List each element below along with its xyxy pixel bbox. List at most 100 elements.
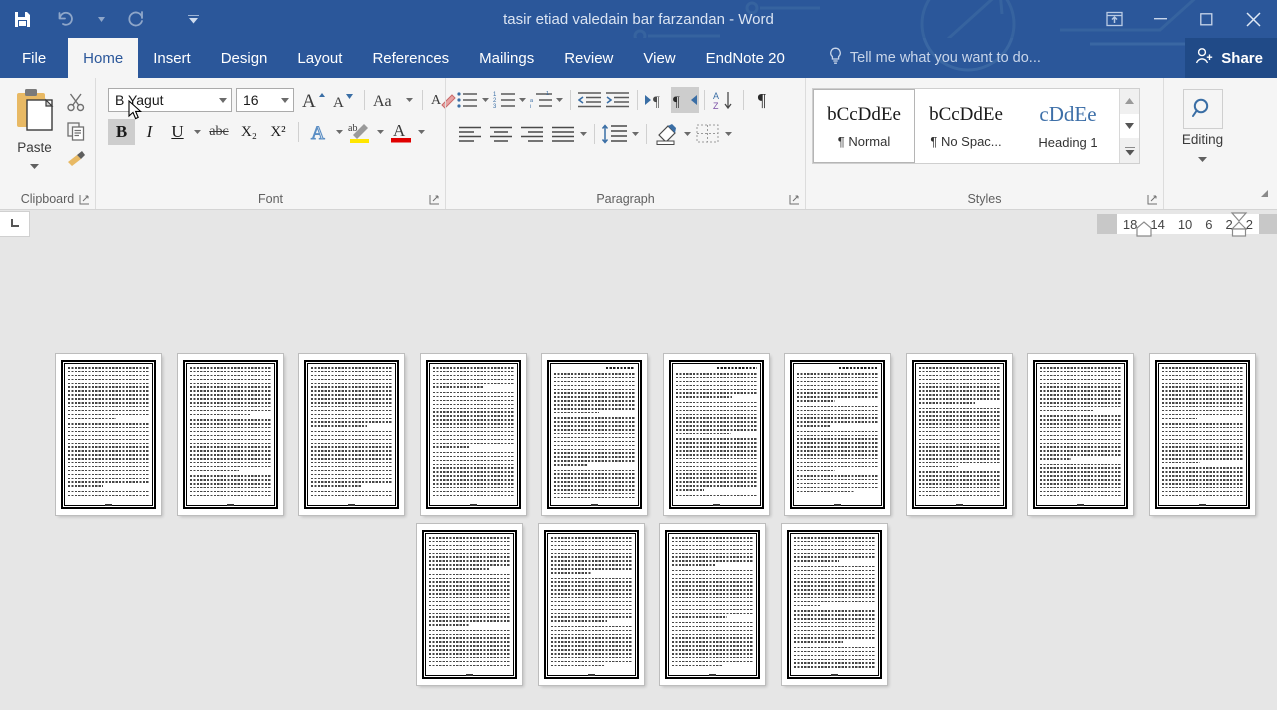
style-no-spacing[interactable]: bCcDdEe ¶ No Spac... (915, 89, 1017, 163)
paragraph-dialog-launcher[interactable] (789, 194, 801, 206)
line-spacing-dropdown-icon[interactable] (630, 121, 641, 147)
more-styles-icon[interactable] (1120, 139, 1139, 163)
tab-endnote-20[interactable]: EndNote 20 (691, 38, 800, 78)
undo-dropdown-icon[interactable] (88, 0, 114, 38)
tab-references[interactable]: References (357, 38, 464, 78)
show-formatting-marks-icon[interactable]: ¶ (749, 87, 775, 113)
left-tab-stop-icon[interactable] (0, 211, 30, 237)
font-color-dropdown-icon[interactable] (416, 119, 427, 145)
styles-gallery[interactable]: bCcDdEe ¶ Normal bCcDdEe ¶ No Spac... cD… (812, 88, 1140, 164)
page-thumbnail[interactable] (420, 354, 526, 515)
shading-icon[interactable] (652, 121, 682, 147)
quick-access-toolbar[interactable] (0, 0, 206, 38)
style-normal[interactable]: bCcDdEe ¶ Normal (813, 89, 915, 163)
grow-font-icon[interactable]: A (301, 87, 329, 113)
italic-button[interactable]: I (136, 119, 163, 145)
subscript-button[interactable]: X₂ (235, 119, 263, 145)
multilevel-list-dropdown-icon[interactable] (554, 87, 565, 113)
font-name-dropdown-icon[interactable] (215, 89, 231, 111)
align-right-icon[interactable] (516, 121, 547, 147)
align-center-icon[interactable] (485, 121, 516, 147)
undo-icon[interactable] (44, 0, 88, 38)
style-heading-1[interactable]: cDdEe Heading 1 (1017, 89, 1119, 163)
decrease-indent-icon[interactable] (576, 87, 604, 113)
font-size-dropdown-icon[interactable] (277, 89, 293, 111)
restore-icon[interactable] (1183, 0, 1229, 38)
alignment-dropdown-icon[interactable] (578, 121, 589, 147)
text-effects-icon[interactable]: A (305, 119, 333, 145)
save-icon[interactable] (0, 0, 44, 38)
bullets-dropdown-icon[interactable] (480, 87, 491, 113)
right-to-left-icon[interactable]: ¶ (671, 87, 699, 113)
format-painter-icon[interactable] (63, 147, 89, 173)
tab-design[interactable]: Design (206, 38, 283, 78)
paste-button[interactable]: Paste (6, 83, 63, 174)
tab-file[interactable]: File (0, 38, 68, 78)
redo-icon[interactable] (114, 0, 158, 38)
numbering-icon[interactable]: 1 2 3 (491, 87, 517, 113)
share-button[interactable]: Share (1185, 38, 1277, 78)
shading-dropdown-icon[interactable] (682, 121, 693, 147)
right-indent-marker[interactable] (1228, 212, 1252, 238)
left-to-right-icon[interactable]: ¶ (643, 87, 671, 113)
cut-icon[interactable] (63, 89, 89, 115)
page-thumbnail[interactable] (177, 354, 283, 515)
customize-qat-icon[interactable] (180, 0, 206, 38)
ribbon-tabs[interactable]: File Home Insert Design Layout Reference… (0, 38, 1277, 78)
tab-review[interactable]: Review (549, 38, 628, 78)
sort-icon[interactable]: A Z (710, 87, 738, 113)
font-name-input[interactable]: B Yagut (108, 88, 232, 112)
underline-button[interactable]: U (164, 119, 191, 145)
first-line-indent-marker[interactable] (1133, 214, 1159, 238)
close-icon[interactable] (1229, 0, 1277, 38)
page-thumbnail[interactable] (1028, 354, 1133, 515)
page-thumbnail[interactable] (56, 354, 161, 515)
page-thumbnail[interactable] (906, 354, 1012, 515)
page-thumbnail[interactable] (660, 524, 765, 685)
text-highlight-icon[interactable]: ab (346, 119, 374, 145)
collapse-ribbon-icon[interactable] (1258, 187, 1271, 205)
tab-home[interactable]: Home (68, 38, 139, 78)
superscript-button[interactable]: X² (264, 119, 292, 145)
change-case-dropdown-icon[interactable] (404, 87, 415, 113)
text-effects-dropdown-icon[interactable] (334, 119, 345, 145)
tab-insert[interactable]: Insert (138, 38, 206, 78)
bullets-icon[interactable] (454, 87, 480, 113)
styles-scrollbar[interactable] (1119, 89, 1139, 163)
document-canvas[interactable] (0, 238, 1277, 710)
change-case-icon[interactable]: Aa (372, 87, 402, 113)
editing-dropdown-icon[interactable] (1198, 149, 1207, 167)
scroll-down-icon[interactable] (1120, 114, 1139, 138)
editing-button[interactable]: Editing (1172, 83, 1234, 167)
borders-dropdown-icon[interactable] (723, 121, 734, 147)
page-thumbnail[interactable] (417, 524, 522, 685)
font-dialog-launcher[interactable] (429, 194, 441, 206)
clipboard-dialog-launcher[interactable] (79, 194, 91, 206)
line-spacing-icon[interactable] (600, 121, 630, 147)
page-thumbnail[interactable] (785, 354, 890, 515)
align-left-icon[interactable] (454, 121, 485, 147)
font-color-icon[interactable]: A (387, 119, 415, 145)
styles-dialog-launcher[interactable] (1147, 194, 1159, 206)
page-thumbnail[interactable] (781, 524, 887, 685)
tab-view[interactable]: View (628, 38, 690, 78)
bold-button[interactable]: B (108, 119, 135, 145)
numbering-dropdown-icon[interactable] (517, 87, 528, 113)
window-controls[interactable] (1091, 0, 1277, 38)
tab-mailings[interactable]: Mailings (464, 38, 549, 78)
page-thumbnail[interactable] (542, 354, 647, 515)
text-highlight-dropdown-icon[interactable] (375, 119, 386, 145)
ribbon-display-options-icon[interactable] (1091, 0, 1137, 38)
font-size-input[interactable]: 16 (236, 88, 294, 112)
paste-dropdown-icon[interactable] (30, 156, 39, 174)
justify-icon[interactable] (547, 121, 578, 147)
tell-me-search[interactable]: Tell me what you want to do... (828, 38, 1041, 78)
page-thumbnail[interactable] (299, 354, 404, 515)
find-search-icon[interactable] (1182, 89, 1223, 129)
strikethrough-button[interactable]: abc (204, 119, 234, 145)
tab-layout[interactable]: Layout (282, 38, 357, 78)
page-thumbnail[interactable] (538, 524, 644, 685)
page-thumbnail[interactable] (1149, 354, 1255, 515)
minimize-icon[interactable] (1137, 0, 1183, 38)
shrink-font-icon[interactable]: A (331, 87, 357, 113)
